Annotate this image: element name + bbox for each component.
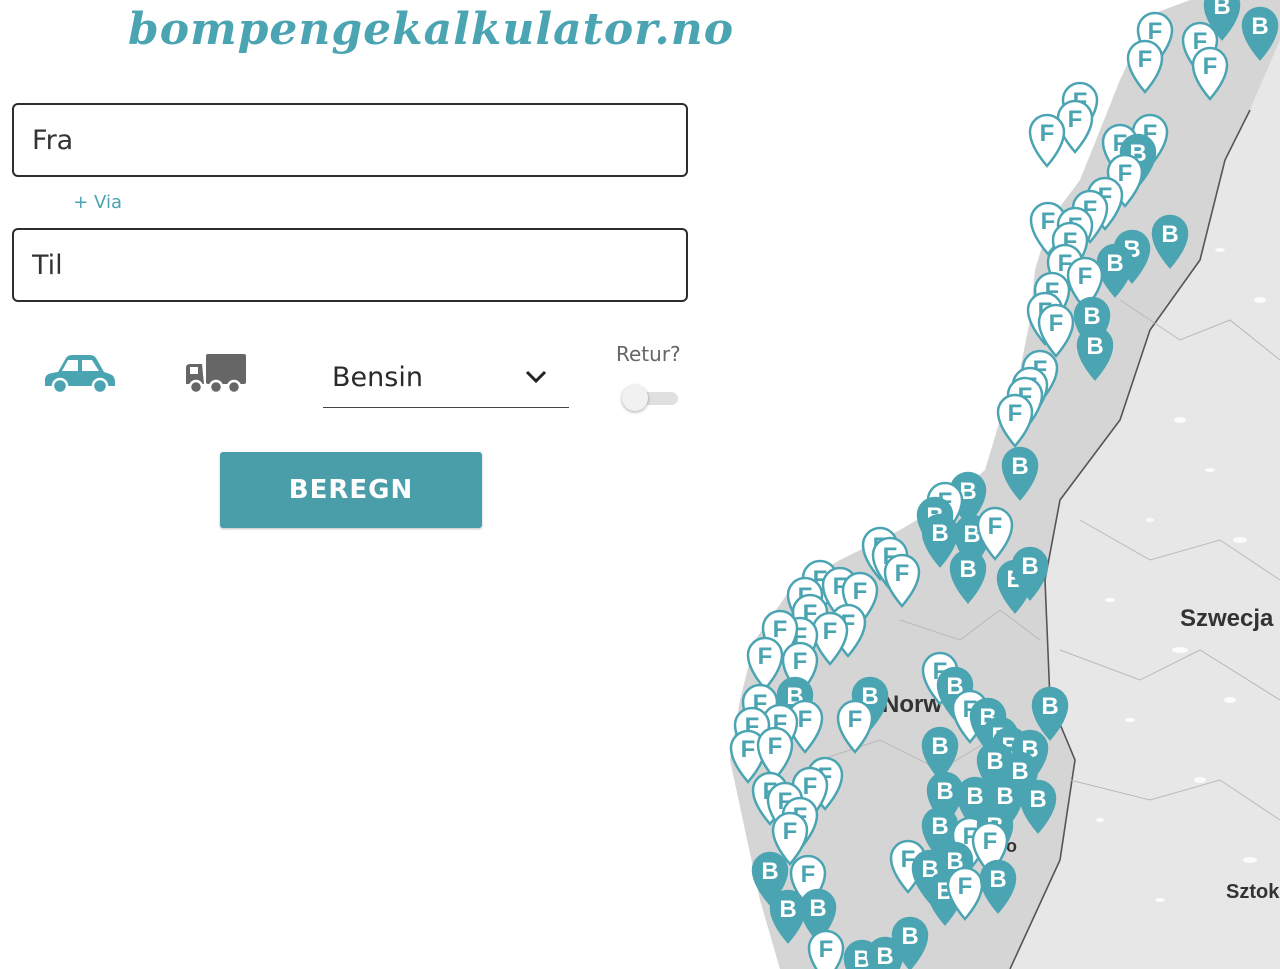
toll-marker-letter: B: [1213, 0, 1230, 20]
ferry-marker-letter: F: [848, 706, 863, 733]
ferry-marker-letter: F: [1138, 46, 1153, 73]
return-label: Retur?: [616, 342, 681, 366]
ferry-marker-letter: F: [758, 643, 773, 670]
chevron-down-icon: [525, 370, 547, 384]
ferry-marker-letter: F: [853, 578, 868, 605]
toll-marker-letter: B: [989, 866, 1006, 893]
to-input[interactable]: [14, 230, 686, 300]
toggle-knob: [622, 385, 648, 411]
toll-marker-letter: B: [779, 896, 796, 923]
truck-option[interactable]: [184, 352, 248, 396]
map-label-stockholm: Sztok: [1226, 881, 1280, 903]
toll-marker-letter: B: [986, 748, 1003, 775]
from-input[interactable]: [14, 105, 686, 175]
ferry-marker-letter: F: [798, 706, 813, 733]
toll-marker-letter: B: [996, 783, 1013, 810]
toll-marker-letter: B: [959, 556, 976, 583]
toll-marker-letter: B: [936, 778, 953, 805]
toll-marker-letter: B: [1083, 303, 1100, 330]
return-toggle[interactable]: [622, 385, 678, 411]
calculate-button[interactable]: BEREGN: [220, 452, 482, 528]
ferry-marker-letter: F: [1203, 53, 1218, 80]
toll-marker-letter: B: [876, 943, 893, 969]
toll-marker-letter: B: [1041, 693, 1058, 720]
add-via-link[interactable]: + Via: [73, 192, 122, 213]
ferry-marker-letter: F: [958, 873, 973, 900]
toll-marker-letter: B: [1161, 221, 1178, 248]
toll-marker-letter: B: [966, 783, 983, 810]
to-field[interactable]: [12, 228, 688, 302]
ferry-marker-letter: F: [983, 828, 998, 855]
ferry-marker-letter: F: [741, 736, 756, 763]
toll-marker-letter: B: [761, 858, 778, 885]
toll-marker-letter: B: [931, 520, 948, 547]
ferry-marker-letter: F: [768, 733, 783, 760]
truck-icon: [186, 354, 246, 395]
ferry-marker-letter: F: [1040, 120, 1055, 147]
ferry-marker-letter: F: [793, 648, 808, 675]
toll-marker-letter: B: [901, 923, 918, 950]
ferry-marker-letter: F: [823, 618, 838, 645]
route-form-panel: bompengekalkulator.no + Via Bensin: [0, 0, 733, 969]
toll-marker-letter: B: [1251, 13, 1268, 40]
ferry-marker-letter: F: [801, 861, 816, 888]
ferry-marker-letter: F: [1008, 400, 1023, 427]
toll-marker-letter: B: [931, 813, 948, 840]
toll-marker-letter: B: [1106, 250, 1123, 277]
toll-marker-letter: B: [1029, 786, 1046, 813]
ferry-marker-letter: F: [895, 560, 910, 587]
ferry-marker-letter: F: [1049, 310, 1064, 337]
fuel-type-value: Bensin: [332, 362, 423, 393]
ferry-marker-letter: F: [773, 616, 788, 643]
ferry-marker-letter: F: [988, 513, 1003, 540]
toll-marker-letter: B: [809, 895, 826, 922]
ferry-marker[interactable]: F: [807, 929, 845, 969]
ferry-marker-letter: F: [1068, 106, 1083, 133]
toll-marker-letter: B: [1086, 333, 1103, 360]
ferry-marker-letter: F: [783, 818, 798, 845]
toll-marker-letter: B: [1011, 453, 1028, 480]
ferry-marker-letter: F: [1041, 208, 1056, 235]
car-icon: [45, 355, 115, 395]
ferry-marker-letter: F: [819, 936, 834, 963]
ferry-marker[interactable]: F: [1028, 113, 1066, 168]
car-option[interactable]: [44, 352, 116, 396]
toll-marker-letter: B: [931, 733, 948, 760]
from-field[interactable]: [12, 103, 688, 177]
ferry-marker-letter: F: [803, 773, 818, 800]
fuel-type-select[interactable]: Bensin: [323, 354, 569, 408]
ferry-marker-letter: F: [1118, 160, 1133, 187]
ferry-marker-letter: F: [1078, 263, 1093, 290]
map-label-sweden: Szwecja: [1180, 605, 1274, 632]
toll-marker-letter: B: [1021, 553, 1038, 580]
toll-marker[interactable]: B: [866, 936, 904, 969]
site-logo[interactable]: bompengekalkulator.no: [128, 4, 733, 64]
